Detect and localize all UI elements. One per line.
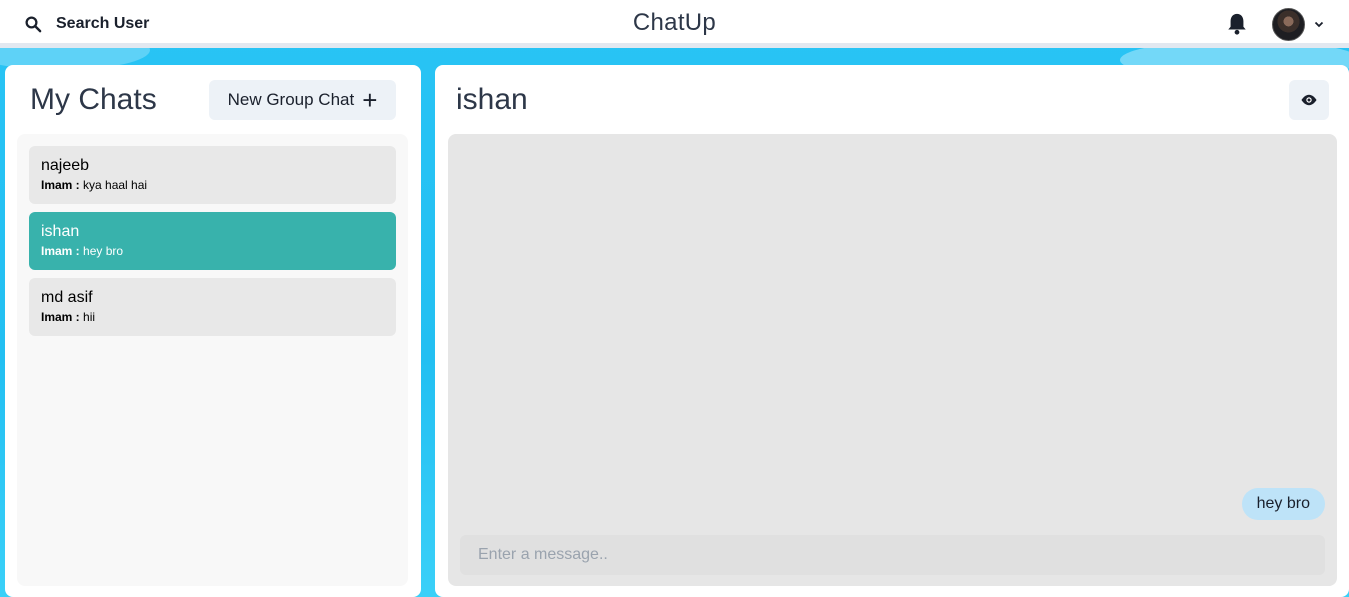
- avatar: [1272, 7, 1305, 41]
- conversation-title: ishan: [456, 83, 528, 116]
- my-chats-panel: My Chats New Group Chat + najeeb Imam : …: [5, 65, 421, 597]
- chevron-down-icon: [1314, 21, 1324, 28]
- latest-message: Imam : hii: [41, 310, 384, 324]
- latest-message-sender: Imam :: [41, 310, 80, 324]
- new-group-chat-label: New Group Chat: [227, 90, 355, 109]
- latest-message-text: kya haal hai: [83, 178, 148, 192]
- latest-message: Imam : hey bro: [41, 244, 384, 258]
- latest-message-text: hey bro: [83, 244, 124, 258]
- chat-name: najeeb: [41, 157, 90, 174]
- latest-message-sender: Imam :: [41, 178, 80, 192]
- plus-icon: +: [362, 85, 378, 115]
- new-group-chat-button[interactable]: New Group Chat +: [209, 80, 396, 120]
- message-bubble-own: hey bro: [1241, 488, 1325, 520]
- chat-name: md asif: [41, 289, 93, 306]
- chat-list-item[interactable]: md asif Imam : hii: [29, 278, 396, 336]
- chat-list: najeeb Imam : kya haal hai ishan Imam : …: [17, 134, 408, 586]
- my-chats-title: My Chats: [30, 83, 157, 116]
- chat-list-item[interactable]: najeeb Imam : kya haal hai: [29, 146, 396, 204]
- chat-list-item-selected[interactable]: ishan Imam : hey bro: [29, 212, 396, 270]
- top-bar: Search User ChatUp: [0, 0, 1349, 48]
- message-input[interactable]: [460, 535, 1325, 575]
- messages-area[interactable]: hey bro: [448, 134, 1337, 586]
- eye-icon: [1301, 94, 1317, 106]
- latest-message-sender: Imam :: [41, 244, 80, 258]
- conversation-panel: ishan hey bro: [435, 65, 1349, 597]
- profile-menu-button[interactable]: [1272, 7, 1325, 41]
- bell-icon[interactable]: [1226, 12, 1248, 36]
- chat-name: ishan: [41, 223, 80, 240]
- latest-message: Imam : kya haal hai: [41, 178, 384, 192]
- latest-message-text: hii: [83, 310, 96, 324]
- app-title: ChatUp: [632, 9, 717, 36]
- view-profile-button[interactable]: [1289, 80, 1329, 120]
